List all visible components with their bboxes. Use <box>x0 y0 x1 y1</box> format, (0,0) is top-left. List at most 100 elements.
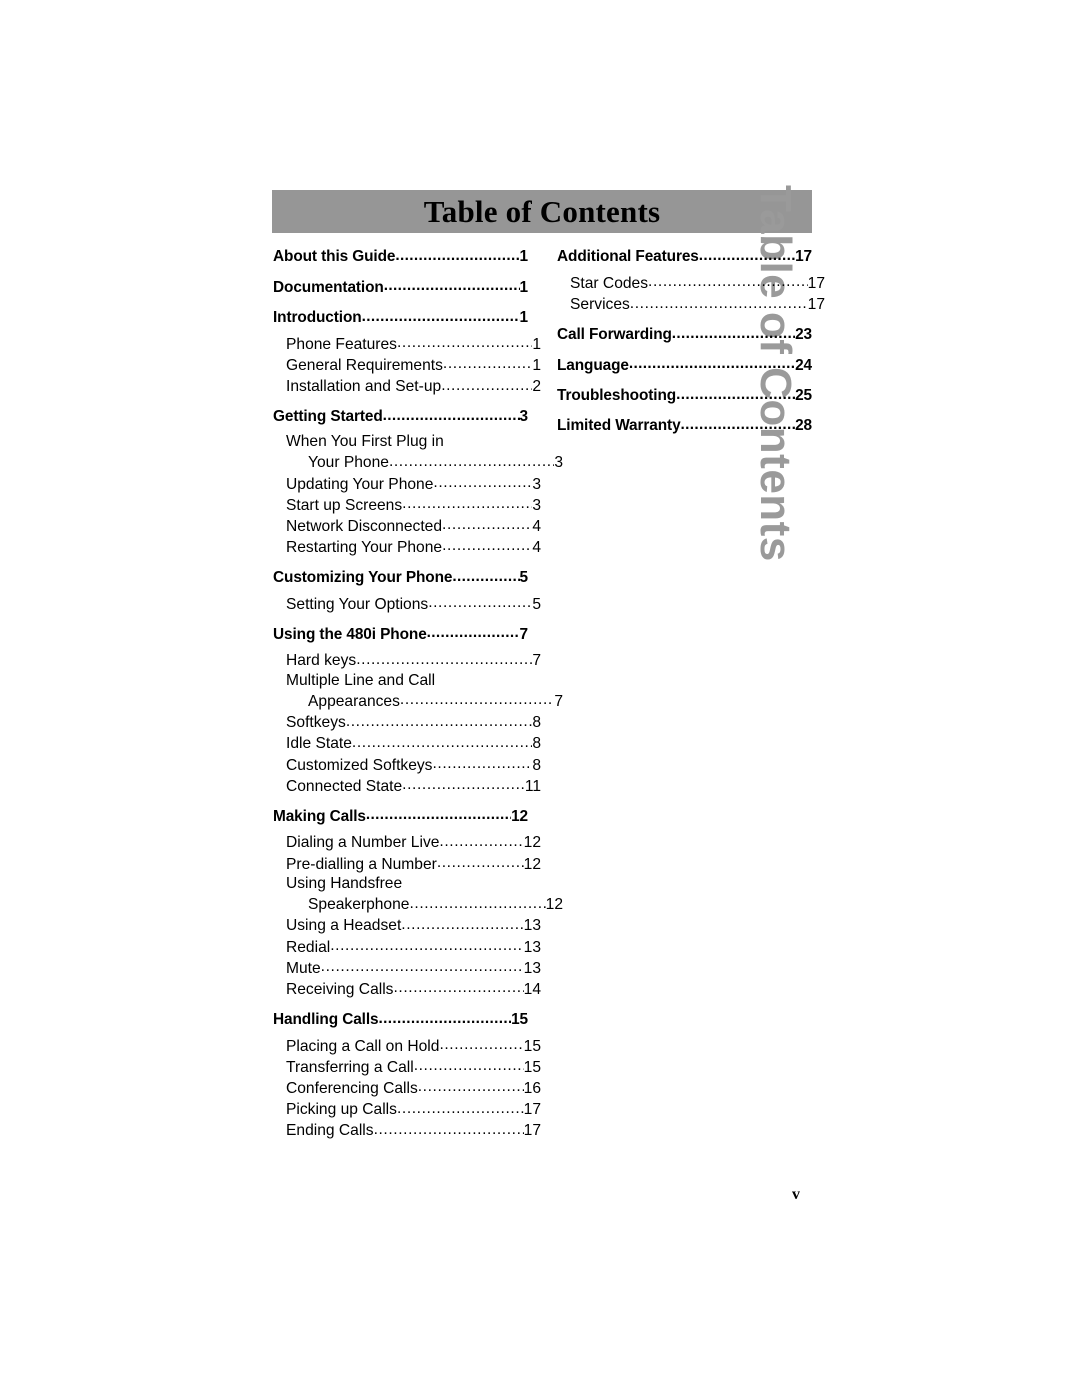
toc-column-right: Additional Features17Star Codes17Service… <box>557 246 825 441</box>
toc-entry[interactable]: Pre-dialling a Number 12 <box>273 853 541 874</box>
toc-entry-label: Your Phone <box>308 454 389 472</box>
toc-entry-page-number: 11 <box>524 777 541 795</box>
toc-entry[interactable]: Softkeys 8 <box>273 712 541 733</box>
toc-entry-label: Ending Calls <box>286 1122 374 1140</box>
toc-entry-page-number: 23 <box>795 326 812 344</box>
toc-entry-label: Receiving Calls <box>286 981 394 999</box>
toc-entry[interactable]: Making Calls 12 <box>273 805 528 826</box>
toc-entry[interactable]: Connected State 11 <box>273 775 541 796</box>
toc-dot-leader <box>433 473 532 489</box>
toc-entry[interactable]: Network Disconnected 4 <box>273 515 541 536</box>
toc-dot-leader <box>681 415 796 430</box>
toc-entry[interactable]: Appearances 7 <box>273 690 563 711</box>
toc-entry-label: About this Guide <box>273 248 396 266</box>
toc-dot-leader <box>346 712 533 728</box>
toc-entry-page-number: 17 <box>523 1101 541 1119</box>
toc-dot-leader <box>356 650 532 666</box>
toc-entry-page-number: 8 <box>532 756 541 774</box>
toc-entry-page-number: 5 <box>532 595 541 613</box>
toc-entry-page-number: 13 <box>523 917 541 935</box>
toc-dot-leader <box>630 294 808 310</box>
toc-entry[interactable]: Picking up Calls 17 <box>273 1099 541 1120</box>
toc-entry-label: Star Codes <box>570 274 649 292</box>
toc-entry[interactable]: When You First Plug in <box>273 432 541 452</box>
toc-entry[interactable]: Services 17 <box>557 294 825 315</box>
toc-entry[interactable]: Customized Softkeys 8 <box>273 754 541 775</box>
toc-entry-page-number: 16 <box>523 1080 541 1097</box>
toc-dot-leader <box>321 957 524 973</box>
toc-entry[interactable]: Mute 13 <box>273 957 541 978</box>
toc-entry-page-number: 1 <box>519 278 529 296</box>
toc-entry-label: Services <box>570 296 630 314</box>
toc-entry[interactable]: Handling Calls 15 <box>273 1009 528 1030</box>
toc-entry-label: Idle State <box>286 735 352 753</box>
toc-entry[interactable]: Your Phone 3 <box>273 452 563 473</box>
toc-entry[interactable]: Customizing Your Phone 5 <box>273 567 528 588</box>
toc-dot-leader <box>402 775 525 791</box>
toc-entry[interactable]: Ending Calls 17 <box>273 1120 541 1141</box>
toc-entry[interactable]: Using the 480i Phone 7 <box>273 623 528 644</box>
toc-entry-label: Mute <box>286 959 321 977</box>
toc-entry-label: Placing a Call on Hold <box>286 1037 440 1055</box>
toc-entry[interactable]: Updating Your Phone 3 <box>273 473 541 494</box>
toc-entry[interactable]: Installation and Set-up 2 <box>273 376 541 397</box>
toc-entry-label: Network Disconnected <box>286 517 443 535</box>
toc-entry-page-number: 1 <box>519 248 529 266</box>
toc-entry[interactable]: Start up Screens 3 <box>273 494 541 515</box>
toc-entry-page-number: 1 <box>532 356 541 374</box>
toc-entry[interactable]: Multiple Line and Call <box>273 671 541 691</box>
toc-entry[interactable]: Restarting Your Phone 4 <box>273 536 541 557</box>
toc-entry-label: When You First Plug in <box>286 433 444 451</box>
toc-entry[interactable]: Additional Features 17 <box>557 246 812 267</box>
toc-entry[interactable]: Language 24 <box>557 354 812 375</box>
toc-dot-leader <box>441 376 532 392</box>
toc-entry[interactable]: Using Handsfree <box>273 874 541 894</box>
toc-entry[interactable]: Phone Features 1 <box>273 333 541 354</box>
toc-entry[interactable]: Transferring a Call 15 <box>273 1056 541 1077</box>
toc-entry[interactable]: Speakerphone 12 <box>273 894 563 915</box>
toc-dot-leader <box>393 978 523 994</box>
toc-dot-leader <box>629 354 795 369</box>
toc-entry-page-number: 15 <box>523 1058 541 1076</box>
toc-entry-label: Connected State <box>286 777 403 795</box>
toc-entry[interactable]: Call Forwarding 23 <box>557 324 812 345</box>
toc-entry-page-number: 3 <box>554 454 563 472</box>
toc-entry[interactable]: Introduction 1 <box>273 307 528 328</box>
toc-entry-label: Limited Warranty <box>557 417 681 435</box>
toc-entry-label: Restarting Your Phone <box>286 539 443 557</box>
toc-dot-leader <box>374 1120 524 1136</box>
toc-entry-page-number: 1 <box>519 309 529 327</box>
toc-entry[interactable]: Receiving Calls 14 <box>273 978 541 999</box>
toc-entry-page-number: 12 <box>523 855 541 873</box>
toc-entry[interactable]: Star Codes 17 <box>557 272 825 293</box>
toc-dot-leader <box>439 832 523 848</box>
toc-entry[interactable]: Redial 13 <box>273 936 541 957</box>
toc-entry-page-number: 8 <box>532 735 541 753</box>
toc-dot-leader <box>437 853 524 869</box>
toc-entry[interactable]: Setting Your Options 5 <box>273 593 541 614</box>
toc-entry-label: Transferring a Call <box>286 1058 414 1076</box>
toc-entry[interactable]: Documentation 1 <box>273 276 528 297</box>
toc-entry-label: Updating Your Phone <box>286 475 434 493</box>
toc-entry-label: Using the 480i Phone <box>273 625 427 643</box>
toc-entry[interactable]: Using a Headset 13 <box>273 915 541 936</box>
toc-entry[interactable]: Getting Started 3 <box>273 406 528 427</box>
toc-dot-leader <box>452 567 519 582</box>
toc-entry[interactable]: Dialing a Number Live 12 <box>273 832 541 853</box>
toc-entry[interactable]: Hard keys 7 <box>273 650 541 671</box>
toc-entry[interactable]: About this Guide 1 <box>273 246 528 267</box>
toc-dot-leader <box>366 805 511 820</box>
toc-entry[interactable]: Placing a Call on Hold 15 <box>273 1035 541 1056</box>
toc-dot-leader <box>439 1035 523 1051</box>
toc-entry[interactable]: Limited Warranty 28 <box>557 415 812 436</box>
toc-entry[interactable]: Troubleshooting 25 <box>557 385 812 406</box>
toc-entry[interactable]: Conferencing Calls 16 <box>273 1077 541 1098</box>
toc-dot-leader <box>432 754 532 770</box>
toc-entry[interactable]: Idle State 8 <box>273 733 541 754</box>
toc-entry-label: Start up Screens <box>286 496 403 514</box>
toc-entry[interactable]: General Requirements 1 <box>273 354 541 375</box>
toc-entry-page-number: 4 <box>532 539 541 557</box>
toc-dot-leader <box>648 272 808 288</box>
toc-dot-leader <box>442 536 532 552</box>
toc-entry-page-number: 25 <box>795 386 812 404</box>
